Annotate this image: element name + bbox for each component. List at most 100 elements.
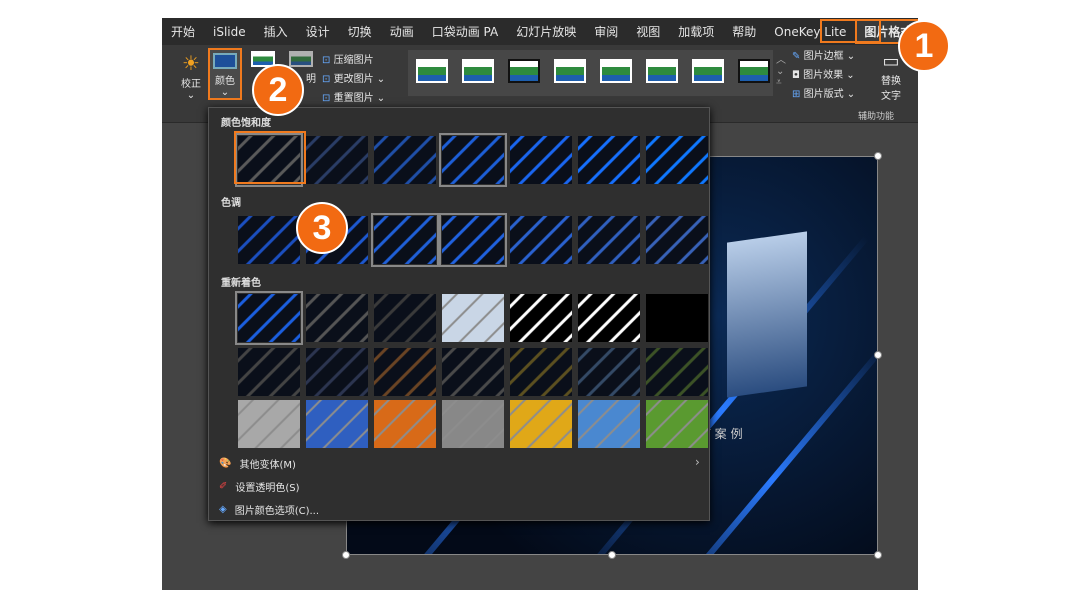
highlight-box bbox=[234, 131, 306, 184]
recolor-option[interactable] bbox=[510, 400, 572, 448]
recolor-heading: 重新着色 bbox=[221, 278, 261, 289]
tab-3[interactable]: 设计 bbox=[297, 23, 339, 40]
recolor-option[interactable] bbox=[578, 294, 640, 342]
tab-10[interactable]: 加载项 bbox=[669, 23, 723, 40]
tone-heading: 色调 bbox=[221, 198, 241, 209]
recolor-option[interactable] bbox=[306, 348, 368, 396]
picture-style-1[interactable] bbox=[462, 59, 494, 83]
recolor-option[interactable] bbox=[442, 348, 504, 396]
recolor-option[interactable] bbox=[238, 400, 300, 448]
transparency-icon bbox=[289, 51, 313, 67]
tab-8[interactable]: 审阅 bbox=[585, 23, 627, 40]
picture-border-button[interactable]: ✎ 图片边框 ⌄ bbox=[792, 47, 855, 62]
saturation-option[interactable] bbox=[510, 136, 572, 184]
picture-color-options-item[interactable]: ◈ 图片颜色选项(C)... bbox=[219, 502, 319, 517]
picture-style-7[interactable] bbox=[738, 59, 770, 83]
compress-pictures-button[interactable]: ⊡ 压缩图片 bbox=[322, 51, 374, 66]
tab-5[interactable]: 动画 bbox=[381, 23, 423, 40]
color-options-icon: ◈ bbox=[219, 504, 227, 515]
set-transparent-color-item[interactable]: ✐ 设置透明色(S) bbox=[219, 479, 300, 494]
recolor-option[interactable] bbox=[578, 400, 640, 448]
compress-label: 压缩图片 bbox=[333, 55, 374, 66]
tab-1[interactable]: iSlide bbox=[204, 25, 255, 39]
color-picture-icon bbox=[213, 53, 237, 69]
picture-style-3[interactable] bbox=[554, 59, 586, 83]
resize-handle[interactable] bbox=[608, 551, 616, 559]
saturation-option[interactable] bbox=[374, 136, 436, 184]
tone-option[interactable] bbox=[510, 216, 572, 264]
picture-styles-gallery[interactable] bbox=[408, 50, 773, 96]
corrections-label: 校正 bbox=[181, 79, 201, 90]
saturation-heading: 颜色饱和度 bbox=[221, 118, 271, 129]
recolor-option[interactable] bbox=[374, 294, 436, 342]
step-badge-3: 3 bbox=[296, 202, 348, 254]
recolor-option[interactable] bbox=[235, 291, 303, 345]
tone-option[interactable] bbox=[238, 216, 300, 264]
color-button[interactable]: 颜色 ⌄ bbox=[208, 48, 242, 100]
saturation-option[interactable] bbox=[306, 136, 368, 184]
resize-handle[interactable] bbox=[874, 351, 882, 359]
tab-6[interactable]: 口袋动画 PA bbox=[423, 23, 508, 40]
corrections-button[interactable]: ☀ 校正 ⌄ bbox=[176, 51, 206, 101]
recolor-option[interactable] bbox=[646, 400, 708, 448]
alt-text-label-2: 文字 bbox=[881, 91, 901, 102]
recolor-option[interactable] bbox=[306, 294, 368, 342]
more-variations-label: 其他变体(M) bbox=[239, 460, 296, 471]
layout-label: 图片版式 bbox=[803, 89, 844, 100]
recolor-option[interactable] bbox=[578, 348, 640, 396]
compress-icon: ⊡ bbox=[322, 55, 331, 66]
color-options-label: 图片颜色选项(C)... bbox=[234, 506, 320, 517]
saturation-option[interactable] bbox=[646, 136, 708, 184]
change-picture-button[interactable]: ⊡ 更改图片 ⌄ bbox=[322, 70, 385, 85]
picture-style-0[interactable] bbox=[416, 59, 448, 83]
tab-0[interactable]: 开始 bbox=[162, 23, 204, 40]
alt-text-label-1: 替换 bbox=[881, 76, 901, 87]
recolor-option[interactable] bbox=[442, 400, 504, 448]
resize-handle[interactable] bbox=[874, 551, 882, 559]
recolor-option[interactable] bbox=[510, 348, 572, 396]
highlight-box bbox=[820, 19, 881, 43]
reset-picture-button[interactable]: ⊡ 重置图片 ⌄ bbox=[322, 89, 385, 104]
recolor-option[interactable] bbox=[510, 294, 572, 342]
building-image bbox=[727, 231, 807, 398]
reset-label: 重置图片 bbox=[333, 93, 374, 104]
color-label: 颜色 bbox=[215, 76, 235, 87]
resize-handle[interactable] bbox=[874, 152, 882, 160]
tab-2[interactable]: 插入 bbox=[255, 23, 297, 40]
border-label: 图片边框 bbox=[803, 51, 844, 62]
chevron-right-icon: › bbox=[695, 455, 700, 469]
recolor-option[interactable] bbox=[442, 294, 504, 342]
reset-icon: ⊡ bbox=[322, 93, 331, 104]
recolor-option[interactable] bbox=[306, 400, 368, 448]
picture-style-2[interactable] bbox=[508, 59, 540, 83]
recolor-option[interactable] bbox=[238, 348, 300, 396]
picture-style-6[interactable] bbox=[692, 59, 724, 83]
picture-style-5[interactable] bbox=[646, 59, 678, 83]
change-label: 更改图片 bbox=[333, 74, 374, 85]
change-picture-icon: ⊡ bbox=[322, 74, 331, 85]
tone-option[interactable] bbox=[646, 216, 708, 264]
saturation-option[interactable] bbox=[439, 133, 507, 187]
recolor-option[interactable] bbox=[374, 348, 436, 396]
tab-11[interactable]: 帮助 bbox=[723, 23, 765, 40]
more-variations-item[interactable]: 🎨 其他变体(M) bbox=[219, 456, 296, 471]
ribbon-tabs: 开始 iSlide 插入 设计 切换 动画 口袋动画 PA 幻灯片放映 审阅 视图 加载项 帮助 One… bbox=[162, 18, 918, 45]
effects-label: 图片效果 bbox=[803, 70, 844, 81]
tone-option[interactable] bbox=[578, 216, 640, 264]
recolor-option[interactable] bbox=[646, 294, 708, 342]
picture-style-4[interactable] bbox=[600, 59, 632, 83]
tab-9[interactable]: 视图 bbox=[627, 23, 669, 40]
saturation-option[interactable] bbox=[578, 136, 640, 184]
step-badge-1: 1 bbox=[898, 20, 950, 72]
picture-effects-button[interactable]: ◘ 图片效果 ⌄ bbox=[792, 66, 855, 81]
tab-4[interactable]: 切换 bbox=[339, 23, 381, 40]
picture-layout-button[interactable]: ⊞ 图片版式 ⌄ bbox=[792, 85, 855, 100]
tab-7[interactable]: 幻灯片放映 bbox=[507, 23, 585, 40]
resize-handle[interactable] bbox=[342, 551, 350, 559]
tone-option[interactable] bbox=[371, 213, 439, 267]
gallery-scroll[interactable]: ︿ ⌄ ⩡ bbox=[776, 51, 786, 88]
recolor-option[interactable] bbox=[646, 348, 708, 396]
border-icon: ✎ bbox=[792, 51, 801, 62]
tone-option[interactable] bbox=[439, 213, 507, 267]
recolor-option[interactable] bbox=[374, 400, 436, 448]
